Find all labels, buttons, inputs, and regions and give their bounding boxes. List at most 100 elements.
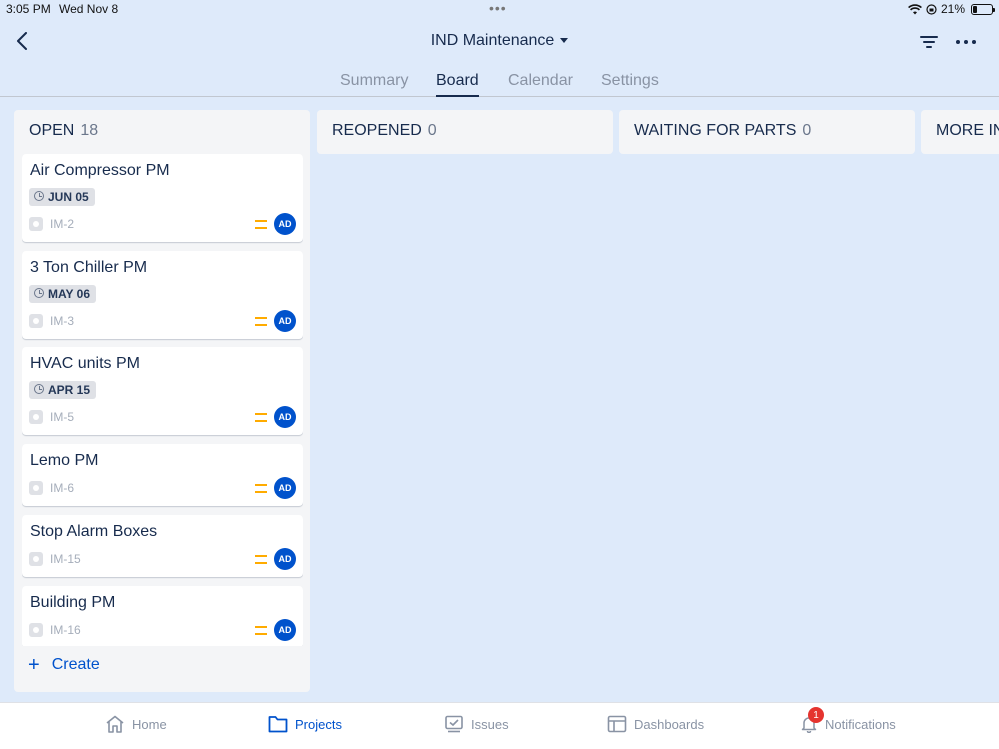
column-name: MORE IN [936,122,999,139]
clock-icon [34,288,44,298]
tab-board[interactable]: Board [436,72,479,97]
home-icon [106,715,124,733]
issue-card[interactable]: Air Compressor PM JUN 05 IM-2 AD [22,154,303,242]
status-bar: 3:05 PM Wed Nov 8 ••• 21% [0,0,999,20]
due-date: APR 15 [48,383,91,397]
issue-card[interactable]: Lemo PM IM-6 AD [22,444,303,506]
column-header: MORE IN [936,122,999,140]
column-count: 0 [427,122,437,139]
project-tabs: Summary Board Calendar Settings [0,70,999,97]
battery-icon [971,3,995,15]
status-right: 21% [908,2,995,16]
folder-icon [268,716,288,733]
tab-settings[interactable]: Settings [601,72,659,95]
board-column-reopened[interactable]: REOPENED 0 [317,110,613,154]
dashboard-icon [607,715,627,733]
column-name: REOPENED [332,122,422,139]
issue-key: IM-3 [50,314,74,328]
project-title: IND Maintenance [430,32,555,49]
board-column-open: OPEN 18 Air Compressor PM JUN 05 IM-2 AD … [14,110,310,692]
nav-issues-label: Issues [471,716,509,732]
multitasking-dots[interactable]: ••• [489,0,507,16]
assignee-avatar[interactable]: AD [274,310,296,332]
assignee-avatar[interactable]: AD [274,548,296,570]
nav-notifications[interactable]: 1 Notifications [800,707,896,734]
priority-medium-icon [255,413,267,422]
bottom-tab-bar: Home Projects Issues Dashboards 1 Notifi… [0,702,999,749]
card-title: Stop Alarm Boxes [30,523,158,540]
card-meta: IM-2 AD [29,213,296,235]
nav-dashboards-label: Dashboards [634,716,705,732]
notification-badge: 1 [808,707,824,723]
tab-calendar[interactable]: Calendar [508,72,573,95]
card-title: Air Compressor PM [30,162,170,179]
column-count: 18 [80,122,99,139]
issue-key: IM-15 [50,552,81,566]
card-title: Building PM [30,594,116,611]
filter-icon [920,36,938,48]
column-header: OPEN 18 [29,122,98,140]
assignee-avatar[interactable]: AD [274,619,296,641]
bell-wrapper: 1 [800,707,824,734]
card-meta: IM-3 AD [29,310,296,332]
board-column-more[interactable]: MORE IN [921,110,999,154]
issue-key: IM-16 [50,623,81,637]
priority-medium-icon [255,220,267,229]
battery-percent: 21% [940,2,965,16]
issue-type-icon [29,217,43,231]
status-time: 3:05 PM [6,2,51,16]
issue-key: IM-2 [50,217,74,231]
nav-notifications-label: Notifications [825,716,896,732]
tab-summary[interactable]: Summary [340,72,408,95]
issue-type-icon [29,552,43,566]
priority-medium-icon [255,317,267,326]
issue-card[interactable]: Building PM IM-16 AD [22,586,303,646]
card-title: 3 Ton Chiller PM [30,259,148,276]
issue-card[interactable]: 3 Ton Chiller PM MAY 06 IM-3 AD [22,251,303,339]
due-date-lozenge: MAY 06 [29,285,97,303]
nav-issues[interactable]: Issues [444,715,509,733]
due-date: MAY 06 [48,287,91,301]
priority-medium-icon [255,626,267,635]
issues-icon [445,715,463,733]
nav-projects[interactable]: Projects [268,715,342,733]
clock-icon [34,191,44,201]
issue-type-icon [29,314,43,328]
issue-type-icon [29,623,43,637]
issue-card[interactable]: Stop Alarm Boxes IM-15 AD [22,515,303,577]
wifi-icon [908,3,922,14]
clock-icon [34,384,44,394]
issue-card[interactable]: HVAC units PM APR 15 IM-5 AD [22,347,303,435]
column-header: REOPENED 0 [332,122,437,140]
card-meta: IM-5 AD [29,406,296,428]
column-count: 0 [802,122,812,139]
due-date: JUN 05 [48,190,89,204]
nav-home[interactable]: Home [105,715,167,733]
issue-type-icon [29,410,43,424]
card-meta: IM-15 AD [29,548,296,570]
board-column-waiting-for-parts[interactable]: WAITING FOR PARTS 0 [619,110,915,154]
card-list[interactable]: Air Compressor PM JUN 05 IM-2 AD 3 Ton C… [22,154,303,646]
plus-icon: + [28,654,40,676]
more-options-button[interactable] [954,31,978,53]
column-name: WAITING FOR PARTS [634,122,797,139]
column-name: OPEN [29,122,75,139]
create-issue-button[interactable]: + Create [28,654,100,676]
card-title: HVAC units PM [30,355,140,372]
priority-medium-icon [255,484,267,493]
issue-type-icon [29,481,43,495]
card-meta: IM-16 AD [29,619,296,641]
create-label: Create [51,656,100,673]
assignee-avatar[interactable]: AD [274,213,296,235]
filter-button[interactable] [918,31,940,53]
nav-dashboards[interactable]: Dashboards [607,715,704,733]
issue-key: IM-5 [50,410,74,424]
due-date-lozenge: JUN 05 [29,188,95,206]
nav-projects-label: Projects [295,716,342,732]
nav-home-label: Home [132,716,167,732]
orientation-lock-icon [926,3,937,15]
assignee-avatar[interactable]: AD [274,477,296,499]
assignee-avatar[interactable]: AD [274,406,296,428]
project-title-dropdown[interactable]: IND Maintenance [0,32,999,50]
status-date: Wed Nov 8 [59,2,119,16]
